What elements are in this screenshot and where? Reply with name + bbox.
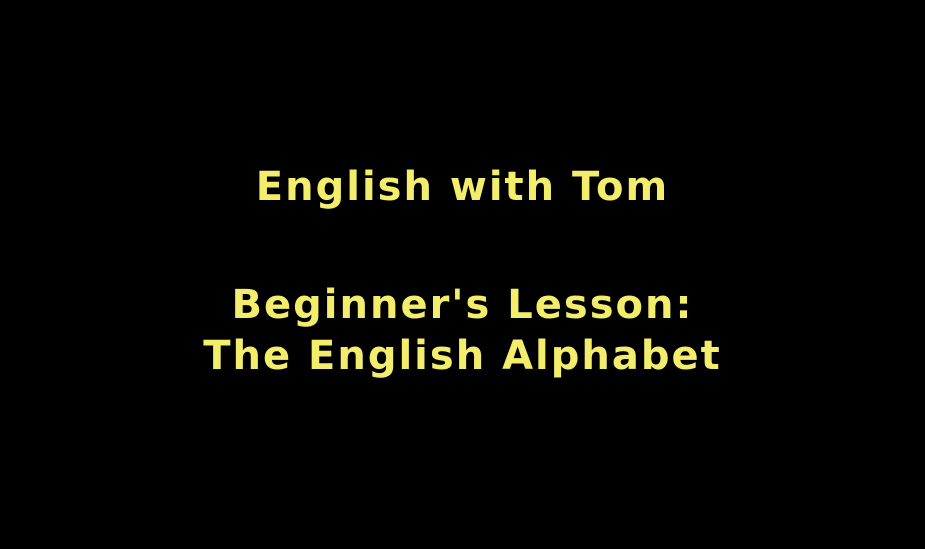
channel-title: English with Tom <box>255 164 670 210</box>
lesson-label: Beginner's Lesson: <box>231 282 694 328</box>
title-card-screen: English with Tom Beginner's Lesson: The … <box>0 0 925 549</box>
lesson-title: The English Alphabet <box>203 333 722 379</box>
